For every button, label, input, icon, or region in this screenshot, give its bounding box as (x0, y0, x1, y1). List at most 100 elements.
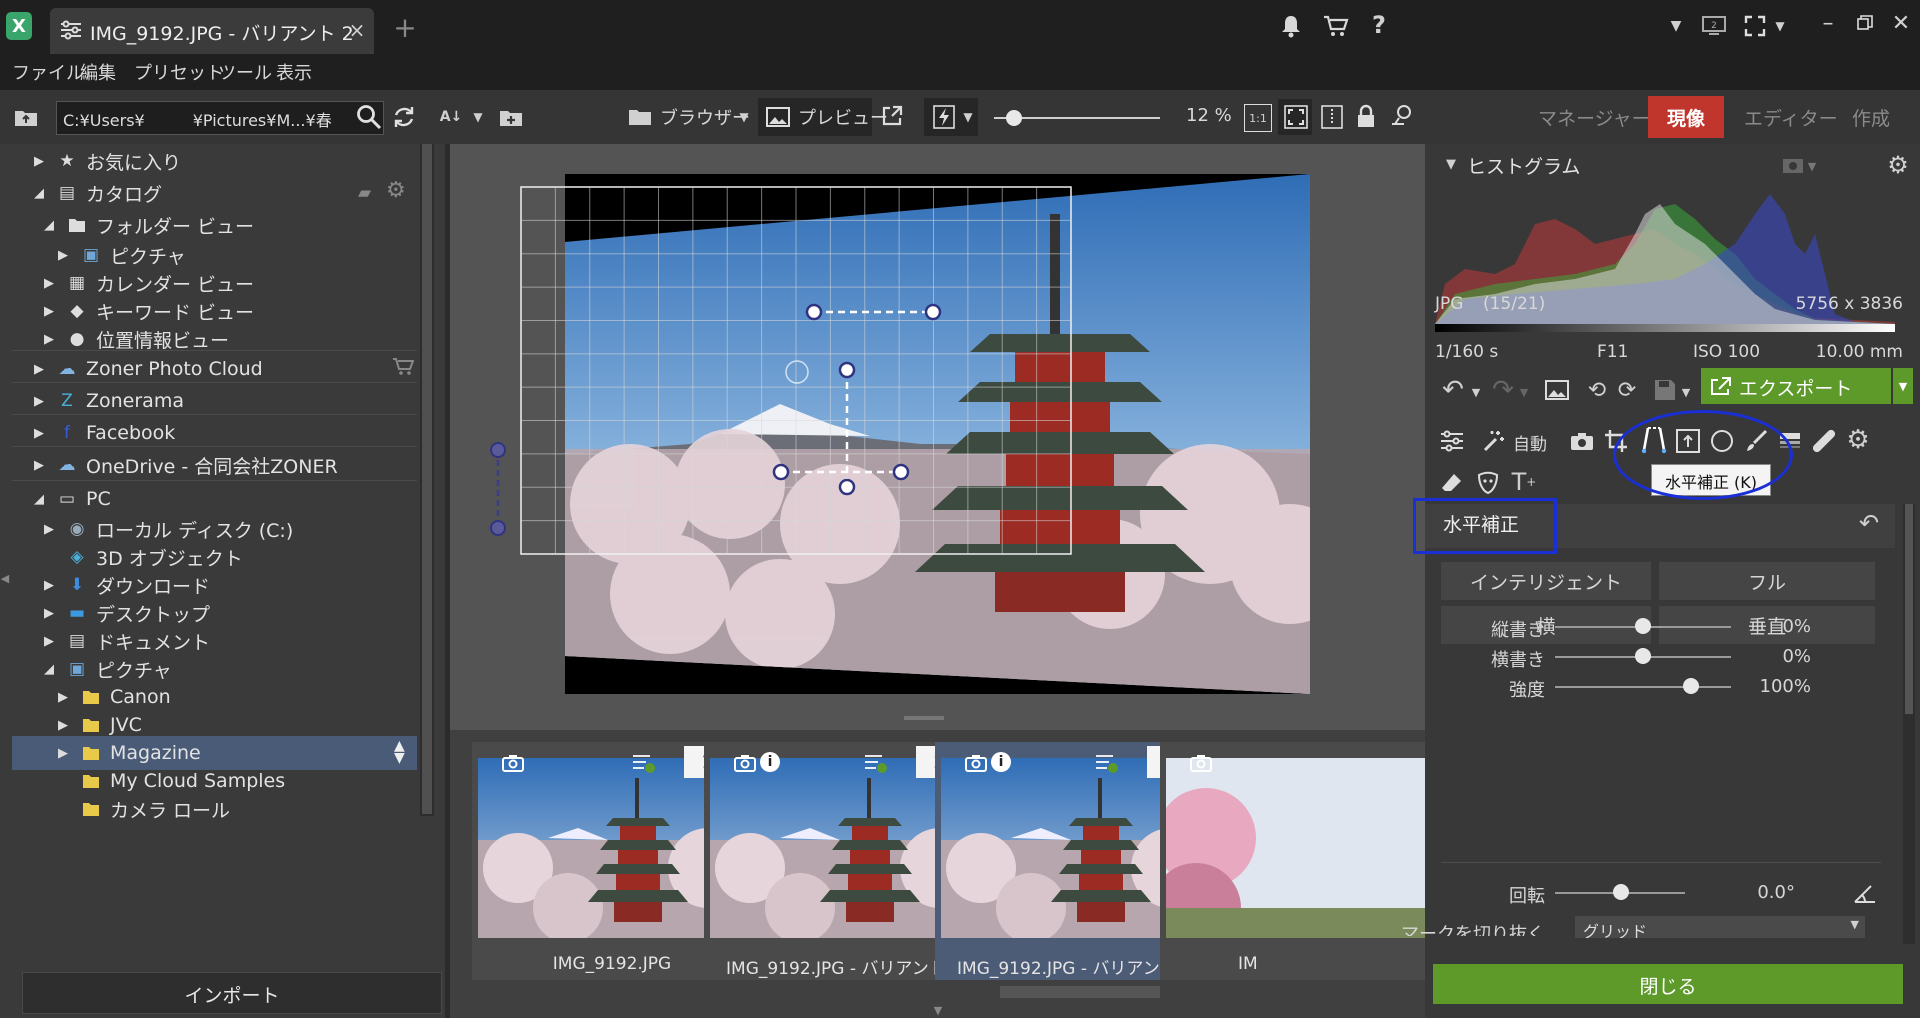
crop-mark-select[interactable]: グリッド ▼ (1575, 916, 1865, 938)
sidebar-item[interactable]: ▶ ★ お気に入り (12, 144, 417, 178)
external-open-icon[interactable] (878, 102, 906, 130)
minimize-icon[interactable]: – (1815, 10, 1841, 36)
expand-right-arrow-icon[interactable]: ▶ (32, 426, 46, 441)
image-viewer[interactable] (450, 144, 1425, 730)
expand-right-arrow-icon[interactable]: ▶ (42, 578, 56, 593)
slider-knob[interactable] (1635, 648, 1651, 664)
rotate-left-icon[interactable]: ⟲ (1583, 376, 1611, 404)
ruler-measure-icon[interactable] (1849, 878, 1879, 908)
compare-image-icon[interactable] (1543, 376, 1571, 404)
zoom-slider-knob[interactable] (1006, 110, 1022, 126)
fit-width-icon[interactable] (1318, 103, 1346, 131)
adjustments-sliders-icon[interactable] (1437, 426, 1467, 456)
filmstrip-thumbnail[interactable]: IM (1160, 742, 1425, 980)
expand-down-arrow-icon[interactable]: ◢ (42, 662, 56, 677)
face-mask-icon[interactable] (1473, 468, 1503, 498)
rotate-right-icon[interactable]: ⟳ (1613, 376, 1641, 404)
right-panel-scrollbar-thumb[interactable] (1905, 504, 1913, 714)
collapse-filmstrip-icon[interactable]: ▼ (928, 1004, 948, 1017)
filmstrip-scrollbar[interactable] (1000, 986, 1160, 998)
right-panel-scrollbar[interactable] (1903, 504, 1915, 944)
new-tab-plus-icon[interactable]: + (392, 11, 418, 44)
path-field[interactable]: C:¥Users¥ ¥Pictures¥M...¥春 (56, 101, 384, 135)
menu-preset[interactable]: プリセット (134, 59, 224, 85)
new-folder-icon[interactable] (496, 102, 526, 132)
import-button[interactable]: インポート (22, 972, 442, 1014)
catalog-settings-gear-icon[interactable]: ⚙ (386, 178, 406, 203)
sidebar-item[interactable]: カメラ ロール (12, 792, 417, 826)
collapse-left-panel-icon[interactable]: ◀ (0, 568, 10, 588)
module-develop[interactable]: 現像 (1648, 96, 1724, 138)
undo-icon[interactable]: ↶ (1439, 375, 1467, 405)
auto-label[interactable]: 自動 (1513, 430, 1547, 455)
expand-right-arrow-icon[interactable]: ▶ (42, 606, 56, 621)
restore-icon[interactable] (1852, 10, 1878, 36)
eraser-icon[interactable] (1437, 468, 1467, 498)
photo-canvas[interactable] (450, 144, 1425, 730)
dropdown-chevron-icon[interactable]: ▼ (1665, 14, 1687, 38)
zoom-slider[interactable] (994, 106, 1160, 130)
expand-right-arrow-icon[interactable]: ▶ (42, 304, 56, 319)
second-monitor-icon[interactable]: 2 (1700, 12, 1728, 40)
tree-scrollbar[interactable] (420, 144, 434, 816)
fullscreen-dropdown-icon[interactable]: ▼ (1772, 14, 1788, 38)
menu-file[interactable]: ファイル (12, 59, 84, 85)
menu-view[interactable]: 表示 (276, 59, 312, 85)
expand-right-arrow-icon[interactable]: ▶ (42, 522, 56, 537)
expand-right-arrow-icon[interactable]: ▶ (32, 154, 46, 169)
quick-fix-dropdown-icon[interactable]: ▼ (960, 104, 976, 130)
expand-down-arrow-icon[interactable]: ◢ (42, 218, 56, 233)
sidebar-item[interactable]: ◢ ▤ カタログ ▰ ⚙ (12, 176, 417, 210)
redo-icon[interactable]: ↷ (1489, 375, 1517, 405)
expand-down-arrow-icon[interactable]: ◢ (32, 186, 46, 201)
expand-right-arrow-icon[interactable]: ▶ (32, 362, 46, 377)
histogram-camera-icon[interactable] (1781, 154, 1805, 176)
refresh-icon[interactable] (389, 102, 419, 132)
expand-right-arrow-icon[interactable]: ▶ (56, 248, 70, 263)
close-window-icon[interactable]: ✕ (1888, 10, 1914, 36)
parent-folder-icon[interactable] (12, 103, 40, 131)
module-create[interactable]: 作成 (1852, 104, 1890, 131)
fullscreen-icon[interactable] (1742, 12, 1768, 40)
sidebar-item[interactable]: ▶ ☁ Zoner Photo Cloud (12, 352, 417, 386)
help-icon[interactable]: ? (1366, 10, 1392, 40)
full-button[interactable]: フル (1659, 562, 1875, 600)
slider-track[interactable] (1555, 686, 1731, 688)
vertical-guide-left[interactable] (490, 442, 506, 536)
sort-icon[interactable]: A↓ (436, 102, 466, 132)
reset-section-icon[interactable]: ↶ (1855, 508, 1883, 538)
expand-right-arrow-icon[interactable]: ▶ (56, 746, 70, 761)
sort-dropdown-icon[interactable]: ▼ (470, 104, 486, 130)
expand-right-arrow-icon[interactable]: ▶ (56, 718, 70, 733)
module-manager[interactable]: マネージャー (1538, 104, 1651, 131)
text-tool-icon[interactable]: T + (1507, 466, 1541, 498)
lock-icon[interactable] (1352, 102, 1380, 130)
menu-edit[interactable]: 編集 (80, 59, 116, 85)
slider-knob[interactable] (1682, 678, 1699, 694)
histogram-dropdown-icon[interactable]: ▼ (1805, 156, 1819, 176)
histogram-settings-gear-icon[interactable]: ⚙ (1885, 151, 1911, 179)
expand-right-arrow-icon[interactable]: ▶ (32, 394, 46, 409)
histogram-collapse-icon[interactable]: ▼ (1443, 154, 1459, 174)
sidebar-item[interactable]: ◢ フォルダー ビュー (12, 208, 417, 242)
cloud-cart-icon[interactable] (392, 356, 415, 381)
expand-down-arrow-icon[interactable]: ◢ (32, 492, 46, 507)
healing-bandage-icon[interactable] (1809, 426, 1839, 456)
sidebar-item[interactable]: ▶ ☁ OneDrive - 合同会社ZONER (12, 448, 417, 482)
camera-profile-icon[interactable] (1567, 426, 1597, 456)
tree-scrollbar-thumb[interactable] (422, 144, 432, 814)
undo-dropdown-icon[interactable]: ▼ (1469, 382, 1483, 402)
magic-wand-icon[interactable] (1479, 426, 1509, 456)
close-tab-icon[interactable]: × (346, 18, 368, 42)
module-editor[interactable]: エディター (1744, 104, 1838, 131)
notification-bell-icon[interactable] (1278, 12, 1304, 40)
settings-gear-icon[interactable]: ⚙ (1843, 424, 1873, 456)
search-icon[interactable] (354, 102, 384, 132)
close-button[interactable]: 閉じる (1433, 964, 1903, 1004)
export-dropdown-button[interactable]: ▼ (1893, 368, 1913, 404)
viewer-splitter[interactable] (904, 716, 944, 720)
add-catalog-folder-icon[interactable]: ▰ (358, 183, 371, 203)
menu-tools[interactable]: ツール (218, 59, 272, 85)
expand-right-arrow-icon[interactable]: ▶ (56, 690, 70, 705)
rotation-slider-knob[interactable] (1613, 884, 1629, 900)
